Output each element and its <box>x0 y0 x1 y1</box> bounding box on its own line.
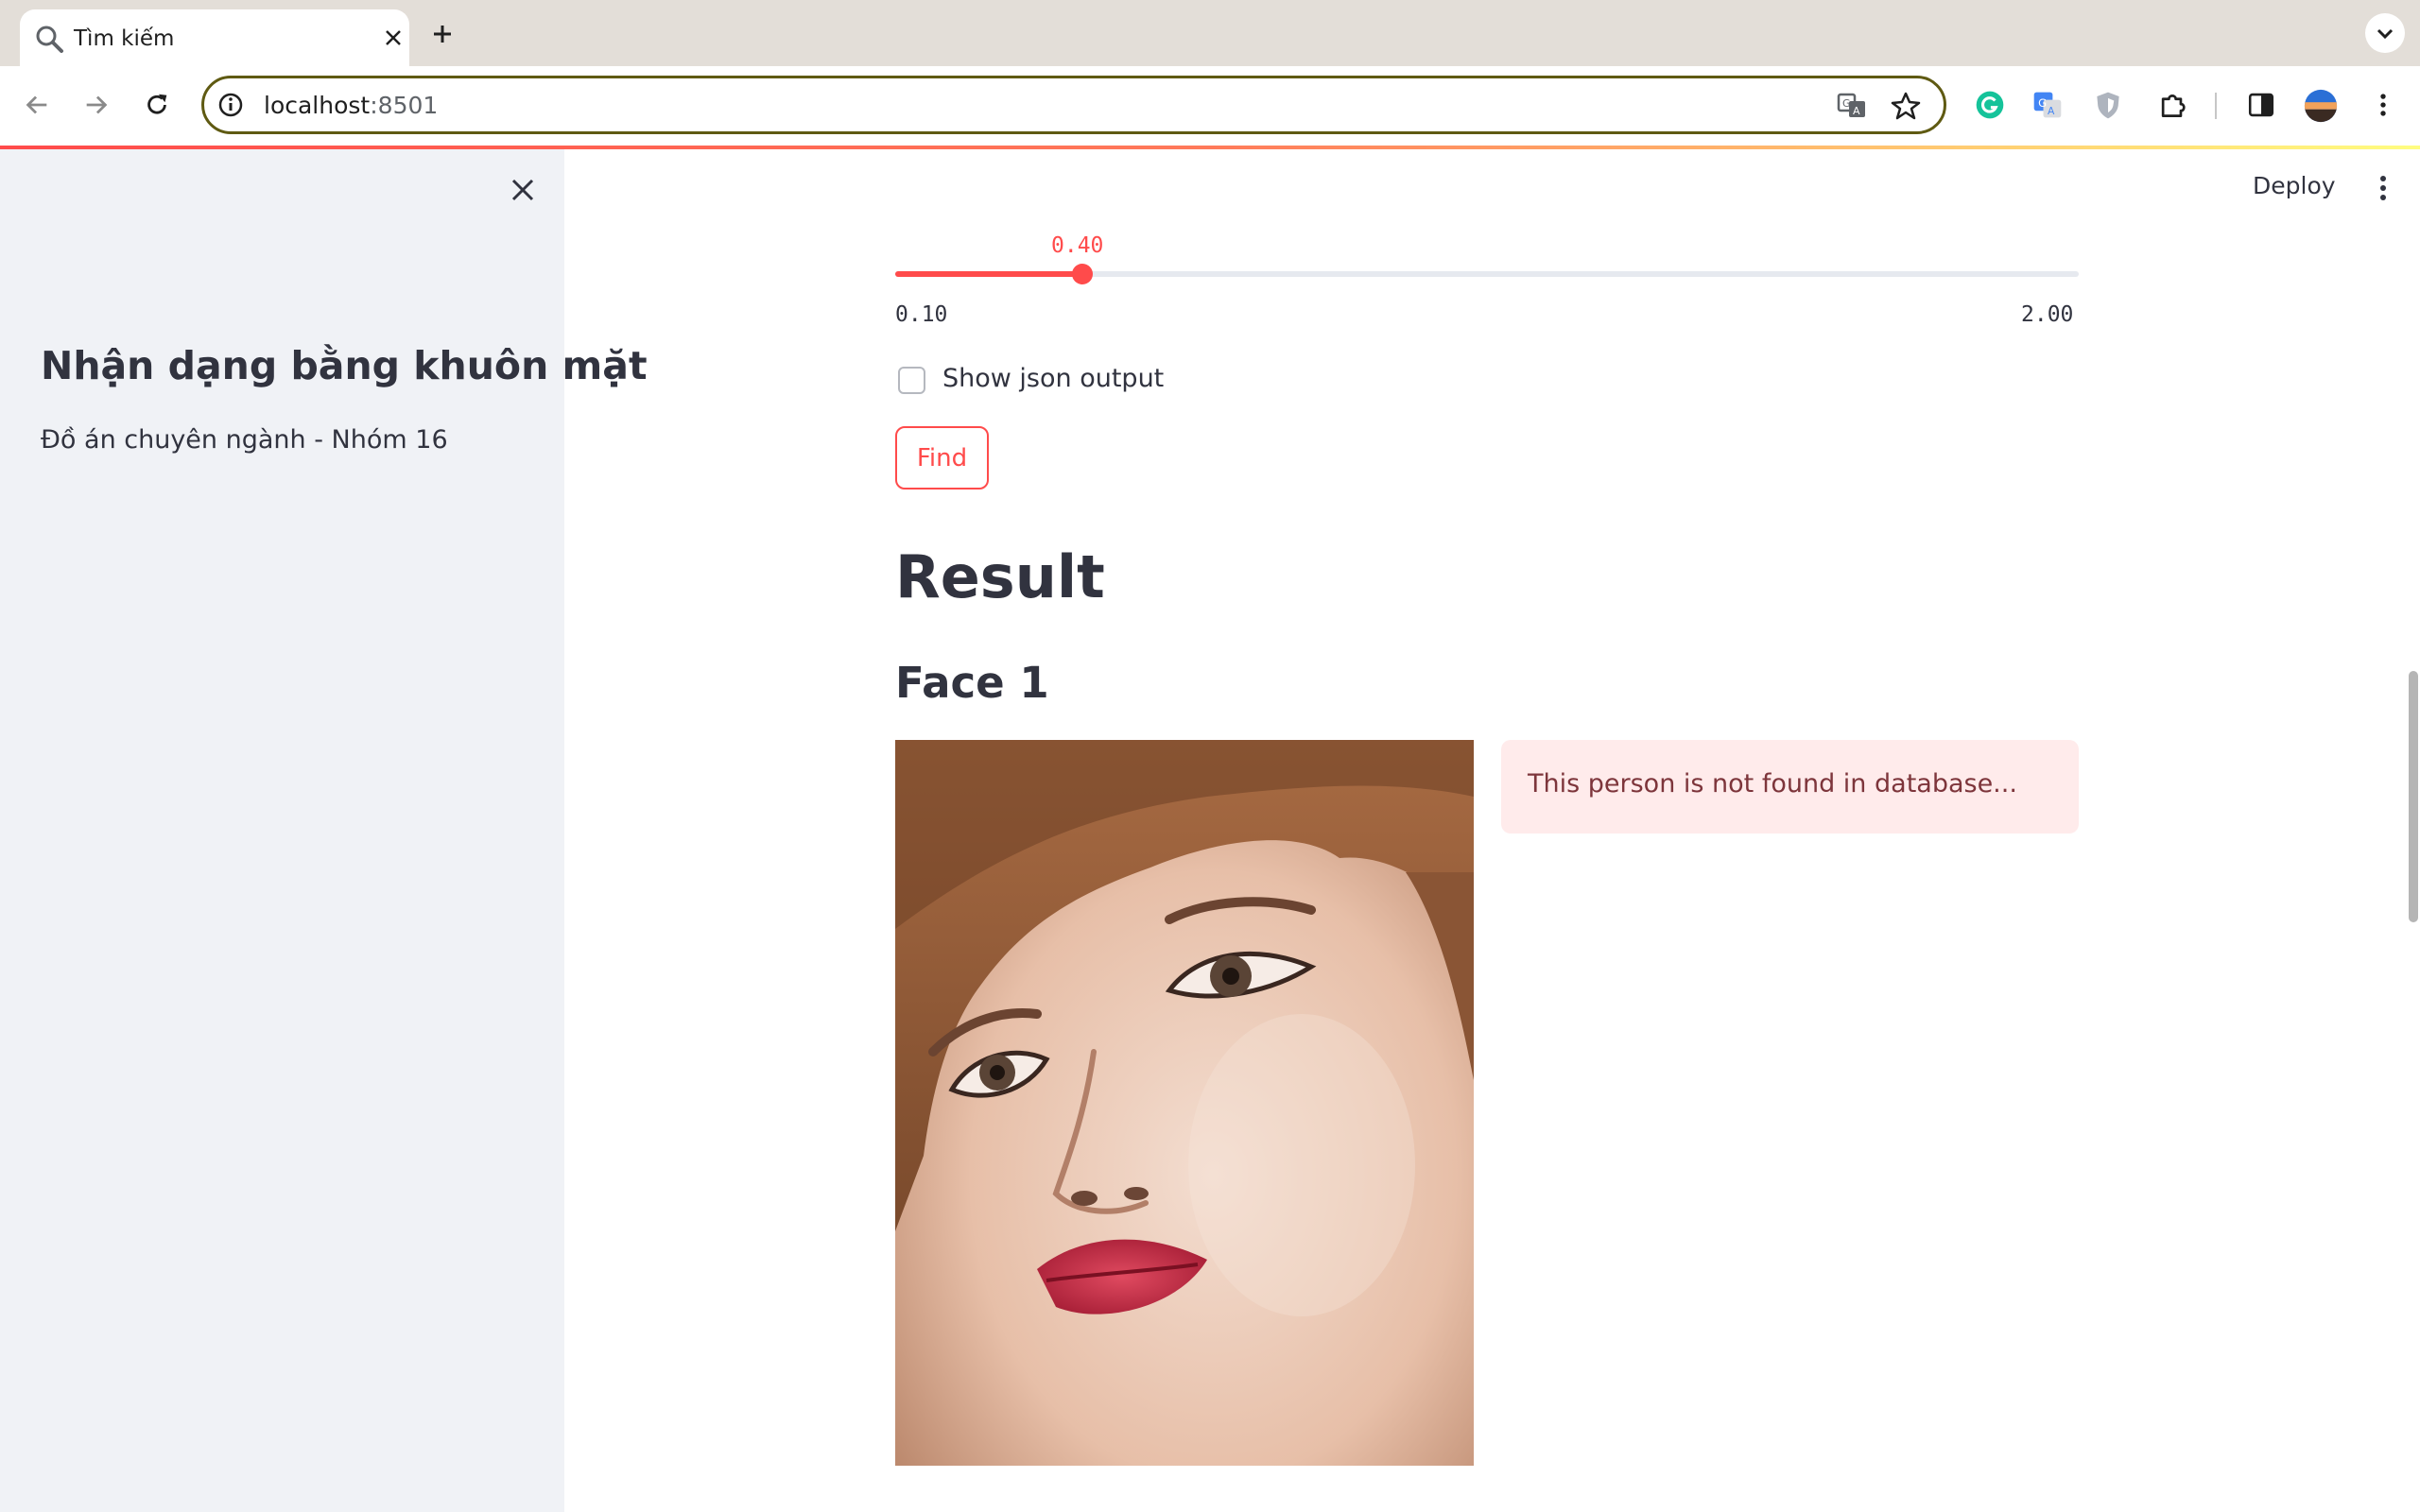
slider-fill <box>895 271 1082 277</box>
result-heading: Result <box>895 542 1105 611</box>
sidebar-title: Nhận dạng bằng khuôn mặt <box>41 343 648 388</box>
star-icon[interactable] <box>1890 90 1922 122</box>
slider-max-label: 2.00 <box>2021 302 2074 327</box>
profile-button[interactable] <box>2302 87 2340 125</box>
extensions-button[interactable] <box>2154 87 2190 123</box>
puzzle-icon <box>2161 94 2186 117</box>
toolbar-divider <box>2215 93 2217 119</box>
threshold-slider[interactable] <box>895 264 2079 284</box>
kebab-menu-icon <box>2380 94 2386 116</box>
back-arrow-icon <box>26 95 47 114</box>
side-panel-button[interactable] <box>2243 87 2279 123</box>
back-button[interactable] <box>17 85 57 125</box>
url-host: localhost <box>264 92 371 119</box>
browser-tab[interactable]: Tìm kiếm <box>20 9 409 66</box>
svg-text:A: A <box>1853 105 1860 117</box>
shield-extension[interactable] <box>2090 87 2126 123</box>
face-portrait <box>895 740 1474 1466</box>
face-image <box>895 740 1474 1466</box>
side-panel-icon <box>2248 93 2274 117</box>
slider-thumb[interactable] <box>1072 264 1093 284</box>
slider-min-label: 0.10 <box>895 302 948 327</box>
kebab-menu-icon[interactable] <box>2373 172 2394 204</box>
info-icon[interactable] <box>217 92 244 118</box>
not-found-alert: This person is not found in database... <box>1501 740 2079 833</box>
reload-button[interactable] <box>137 85 177 125</box>
browser-tab-bar: Tìm kiếm <box>0 0 2420 66</box>
svg-text:A: A <box>2048 105 2055 117</box>
shield-icon <box>2097 92 2119 119</box>
deploy-button[interactable]: Deploy <box>2253 172 2336 199</box>
show-json-label[interactable]: Show json output <box>942 364 1164 393</box>
chevron-down-icon <box>2377 28 2394 40</box>
close-icon[interactable] <box>509 176 537 204</box>
translate-icon[interactable]: G A <box>1836 90 1868 122</box>
address-bar[interactable]: localhost:8501 G A <box>201 76 1946 134</box>
avatar <box>2304 89 2338 123</box>
google-translate-icon: G A <box>2033 92 2062 118</box>
page-scrollbar[interactable] <box>2409 671 2418 922</box>
grammarly-icon <box>1976 91 2004 119</box>
grammarly-extension[interactable] <box>1972 87 2008 123</box>
plus-icon[interactable] <box>427 19 458 49</box>
svg-text:G: G <box>1842 97 1851 110</box>
face-heading: Face 1 <box>895 658 1049 708</box>
google-translate-extension[interactable]: G A <box>2030 87 2066 123</box>
forward-button[interactable] <box>77 85 116 125</box>
alert-message: This person is not found in database... <box>1528 769 2017 799</box>
url-port: :8501 <box>370 92 439 119</box>
close-icon[interactable] <box>382 26 405 49</box>
tab-search-button[interactable] <box>2365 13 2405 53</box>
find-button[interactable]: Find <box>895 426 989 490</box>
forward-arrow-icon <box>86 95 108 114</box>
url-text[interactable]: localhost:8501 <box>264 92 438 119</box>
sidebar: Nhận dạng bằng khuôn mặt Đồ án chuyên ng… <box>0 149 648 1512</box>
browser-menu-button[interactable] <box>2365 87 2401 123</box>
show-json-checkbox[interactable] <box>898 367 925 394</box>
search-icon <box>36 26 63 53</box>
browser-toolbar: localhost:8501 G A G A <box>0 66 2420 146</box>
slider-value: 0.40 <box>1051 233 1104 258</box>
tab-title: Tìm kiếm <box>74 26 175 51</box>
sidebar-subtitle: Đồ án chuyên ngành - Nhóm 16 <box>41 425 448 455</box>
svg-text:G: G <box>2038 96 2047 110</box>
reload-icon <box>147 94 167 114</box>
